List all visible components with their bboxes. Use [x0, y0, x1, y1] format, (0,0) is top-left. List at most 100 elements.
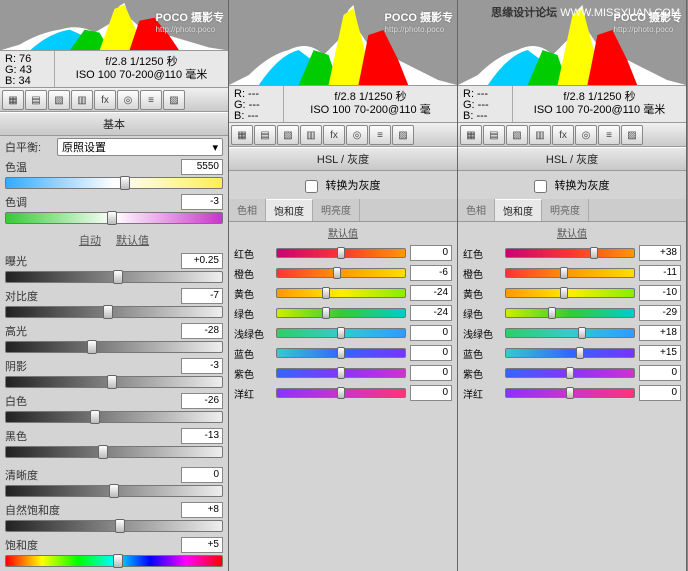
slider-track[interactable] — [505, 348, 635, 358]
slider-value[interactable]: 0 — [410, 345, 452, 361]
defaults-link[interactable]: 默认值 — [116, 235, 149, 247]
slider-value[interactable]: 0 — [639, 365, 681, 381]
slider-thumb[interactable] — [322, 287, 330, 299]
panel-tab-icon-2[interactable]: ▧ — [48, 90, 70, 110]
slider-track[interactable] — [5, 485, 223, 497]
slider-track[interactable] — [276, 248, 406, 258]
slider-track[interactable] — [276, 368, 406, 378]
slider-value[interactable]: -24 — [410, 305, 452, 321]
panel-tab-icon-7[interactable]: ▨ — [163, 90, 185, 110]
slider-value[interactable]: +8 — [181, 502, 223, 518]
slider-value[interactable]: 0 — [410, 385, 452, 401]
slider-track[interactable] — [5, 212, 223, 224]
slider-track[interactable] — [276, 288, 406, 298]
slider-value[interactable]: -11 — [639, 265, 681, 281]
defaults-link[interactable]: 默认值 — [458, 222, 686, 243]
slider-value[interactable]: 5550 — [181, 159, 223, 175]
slider-value[interactable]: 0 — [181, 467, 223, 483]
slider-thumb[interactable] — [566, 367, 574, 379]
panel-tab-icon-1[interactable]: ▤ — [25, 90, 47, 110]
slider-thumb[interactable] — [107, 375, 117, 389]
panel-tab-icon-5[interactable]: ◎ — [575, 125, 597, 145]
panel-tab-icon-0[interactable]: ▦ — [2, 90, 24, 110]
slider-track[interactable] — [505, 388, 635, 398]
slider-value[interactable]: 0 — [410, 365, 452, 381]
slider-value[interactable]: +18 — [639, 325, 681, 341]
hsl-tab-色相[interactable]: 色相 — [229, 199, 266, 221]
slider-value[interactable]: -7 — [181, 288, 223, 304]
slider-thumb[interactable] — [337, 387, 345, 399]
slider-thumb[interactable] — [90, 410, 100, 424]
slider-thumb[interactable] — [566, 387, 574, 399]
slider-value[interactable]: +5 — [181, 537, 223, 553]
slider-thumb[interactable] — [560, 287, 568, 299]
hsl-tab-明亮度[interactable]: 明亮度 — [542, 199, 589, 221]
panel-tab-icon-0[interactable]: ▦ — [460, 125, 482, 145]
slider-track[interactable] — [276, 308, 406, 318]
panel-tab-icon-3[interactable]: ▥ — [300, 125, 322, 145]
panel-tab-icon-6[interactable]: ≡ — [140, 90, 162, 110]
slider-value[interactable]: -26 — [181, 393, 223, 409]
slider-thumb[interactable] — [98, 445, 108, 459]
slider-thumb[interactable] — [337, 347, 345, 359]
slider-track[interactable] — [276, 268, 406, 278]
slider-track[interactable] — [276, 388, 406, 398]
slider-value[interactable]: 0 — [639, 385, 681, 401]
convert-grayscale-checkbox[interactable] — [305, 180, 318, 193]
slider-thumb[interactable] — [548, 307, 556, 319]
auto-link[interactable]: 自动 — [79, 235, 101, 247]
slider-thumb[interactable] — [107, 211, 117, 225]
panel-tab-icon-2[interactable]: ▧ — [506, 125, 528, 145]
slider-track[interactable] — [5, 376, 223, 388]
slider-thumb[interactable] — [576, 347, 584, 359]
panel-tab-icon-3[interactable]: ▥ — [529, 125, 551, 145]
defaults-link[interactable]: 默认值 — [229, 222, 457, 243]
slider-value[interactable]: +0.25 — [181, 253, 223, 269]
panel-tab-icon-1[interactable]: ▤ — [254, 125, 276, 145]
slider-thumb[interactable] — [322, 307, 330, 319]
hsl-tab-饱和度[interactable]: 饱和度 — [495, 199, 542, 221]
slider-value[interactable]: +38 — [639, 245, 681, 261]
slider-thumb[interactable] — [578, 327, 586, 339]
slider-thumb[interactable] — [337, 327, 345, 339]
slider-thumb[interactable] — [120, 176, 130, 190]
slider-track[interactable] — [5, 411, 223, 423]
slider-value[interactable]: -3 — [181, 194, 223, 210]
slider-track[interactable] — [505, 288, 635, 298]
slider-track[interactable] — [505, 248, 635, 258]
panel-tab-icon-6[interactable]: ≡ — [369, 125, 391, 145]
convert-grayscale-checkbox[interactable] — [534, 180, 547, 193]
slider-track[interactable] — [5, 341, 223, 353]
slider-thumb[interactable] — [337, 367, 345, 379]
slider-thumb[interactable] — [103, 305, 113, 319]
panel-tab-icon-4[interactable]: fx — [552, 125, 574, 145]
slider-thumb[interactable] — [113, 554, 123, 568]
slider-value[interactable]: -3 — [181, 358, 223, 374]
panel-tab-icon-5[interactable]: ◎ — [117, 90, 139, 110]
slider-value[interactable]: -10 — [639, 285, 681, 301]
panel-tab-icon-5[interactable]: ◎ — [346, 125, 368, 145]
panel-tab-icon-6[interactable]: ≡ — [598, 125, 620, 145]
slider-track[interactable] — [5, 271, 223, 283]
slider-value[interactable]: -28 — [181, 323, 223, 339]
panel-tab-icon-7[interactable]: ▨ — [621, 125, 643, 145]
slider-thumb[interactable] — [115, 519, 125, 533]
slider-track[interactable] — [505, 328, 635, 338]
slider-thumb[interactable] — [333, 267, 341, 279]
slider-track[interactable] — [5, 177, 223, 189]
slider-track[interactable] — [5, 555, 223, 567]
panel-tab-icon-2[interactable]: ▧ — [277, 125, 299, 145]
slider-track[interactable] — [5, 520, 223, 532]
slider-value[interactable]: -29 — [639, 305, 681, 321]
wb-select[interactable]: 原照设置▾ — [57, 138, 223, 156]
slider-track[interactable] — [276, 348, 406, 358]
slider-track[interactable] — [505, 308, 635, 318]
slider-value[interactable]: 0 — [410, 245, 452, 261]
slider-thumb[interactable] — [560, 267, 568, 279]
slider-thumb[interactable] — [87, 340, 97, 354]
slider-thumb[interactable] — [337, 247, 345, 259]
panel-tab-icon-1[interactable]: ▤ — [483, 125, 505, 145]
slider-track[interactable] — [5, 306, 223, 318]
slider-track[interactable] — [276, 328, 406, 338]
slider-thumb[interactable] — [109, 484, 119, 498]
